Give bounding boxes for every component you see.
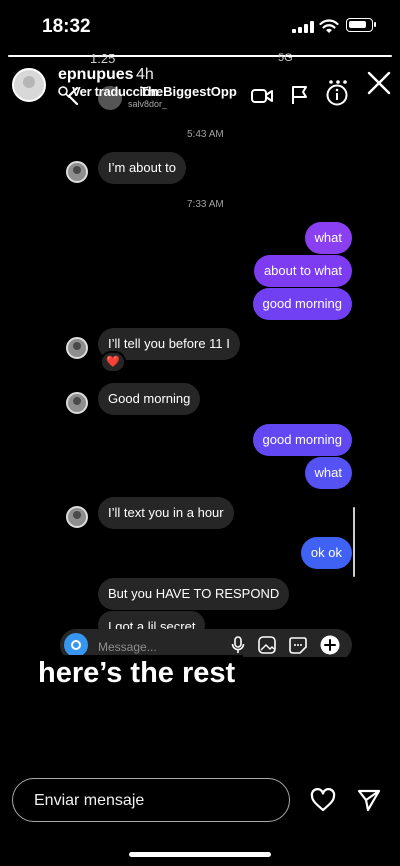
message-incoming[interactable]: Good morning: [98, 383, 201, 415]
scrollbar[interactable]: [353, 507, 355, 577]
sender-avatar: [66, 161, 88, 183]
heart-reaction-icon: ❤️: [100, 351, 126, 373]
translate-link[interactable]: Ver traducción: [72, 84, 158, 99]
message-incoming[interactable]: I’m about to: [98, 152, 186, 184]
message-outgoing[interactable]: ok ok: [300, 537, 352, 569]
message-outgoing[interactable]: about to what: [253, 255, 352, 287]
more-options-icon[interactable]: [328, 80, 348, 84]
info-icon: [326, 84, 348, 106]
story-time-ago: 4h: [136, 66, 154, 83]
sender-avatar: [66, 337, 88, 359]
story-username[interactable]: epnupues: [58, 66, 134, 84]
home-indicator[interactable]: [129, 852, 271, 857]
flag-icon: [292, 86, 307, 104]
chat-timestamp: 5:43 AM: [187, 129, 224, 140]
heart-icon[interactable]: [310, 788, 336, 812]
battery-icon: [346, 18, 376, 32]
contact-handle: salv8dor_: [128, 99, 168, 109]
story-caption: here’s the rest: [38, 655, 244, 694]
gallery-icon: [258, 636, 276, 654]
battery-level: [349, 21, 366, 28]
story-user-avatar[interactable]: [12, 68, 46, 102]
story-progress-bar: [8, 55, 392, 57]
sticker-icon: [289, 637, 307, 654]
inner-composer-placeholder: Message...: [98, 640, 157, 654]
message-outgoing[interactable]: what: [304, 222, 352, 254]
inner-status-time: 1:25: [90, 51, 116, 66]
plus-icon: [320, 635, 340, 655]
send-icon[interactable]: [356, 787, 382, 813]
message-incoming[interactable]: But you HAVE TO RESPOND: [98, 578, 290, 610]
message-incoming[interactable]: I’ll text you in a hour: [98, 497, 234, 529]
wifi-icon: [319, 19, 339, 33]
cellular-signal-icon: [292, 21, 314, 33]
status-bar: 18:32: [0, 0, 400, 50]
microphone-icon: [231, 636, 245, 653]
video-call-icon: [251, 89, 273, 103]
sender-avatar: [66, 506, 88, 528]
inner-network-label: 5G: [278, 52, 293, 64]
sender-avatar: [66, 392, 88, 414]
close-icon[interactable]: [366, 70, 392, 96]
message-outgoing[interactable]: what: [304, 457, 352, 489]
message-outgoing[interactable]: good morning: [252, 288, 352, 320]
camera-icon: [64, 633, 88, 657]
chat-timestamp: 7:33 AM: [187, 199, 224, 210]
message-outgoing[interactable]: good morning: [252, 424, 352, 456]
story-reply-placeholder: Enviar mensaje: [34, 792, 145, 809]
status-time: 18:32: [42, 16, 91, 37]
translate-icon[interactable]: [58, 86, 70, 98]
